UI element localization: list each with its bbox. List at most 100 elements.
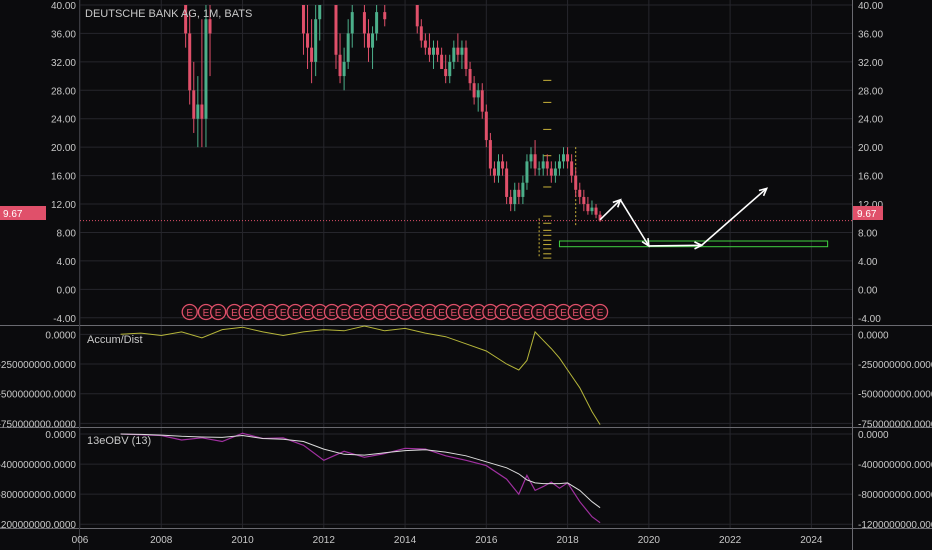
candle-body-64 xyxy=(586,204,590,212)
earnings-marker-label-18: E xyxy=(414,308,421,319)
earnings-marker-label-0: E xyxy=(186,308,193,319)
candle-body-13 xyxy=(338,54,342,77)
earnings-marker-label-5: E xyxy=(255,308,262,319)
candle-body-54 xyxy=(545,161,549,169)
price-left-tick-0: 40.00 xyxy=(51,1,76,12)
candle-body-41 xyxy=(492,168,496,176)
candle-body-61 xyxy=(574,175,578,190)
time-axis-label-2: 2010 xyxy=(231,535,254,546)
earnings-marker-label-19: E xyxy=(426,308,433,319)
earnings-marker-label-16: E xyxy=(390,308,397,319)
price-right-tick-0: 40.00 xyxy=(858,1,883,12)
price-right-tick-5: 20.00 xyxy=(858,143,883,154)
price-right-tick-4: 24.00 xyxy=(858,115,883,126)
candle-body-36 xyxy=(472,83,476,98)
candle-body-18 xyxy=(366,33,370,48)
earnings-marker-label-24: E xyxy=(487,308,494,319)
earnings-marker-label-30: E xyxy=(560,308,567,319)
earnings-marker-label-26: E xyxy=(511,308,518,319)
accum-panel-title: Accum/Dist xyxy=(87,334,143,346)
price-left-tick-6: 16.00 xyxy=(51,172,76,183)
earnings-marker-label-29: E xyxy=(548,308,555,319)
obv-left-tick-2: -800000000.0000 xyxy=(0,490,76,501)
price-right-tick-10: 0.00 xyxy=(858,285,878,296)
candle-body-22 xyxy=(415,5,419,27)
time-axis-label-5: 2016 xyxy=(475,535,498,546)
time-axis-label-4: 2014 xyxy=(394,535,417,546)
candle-body-19 xyxy=(371,33,375,48)
candle-body-7 xyxy=(301,5,305,34)
accum-left-tick-2: -500000000.0000 xyxy=(0,390,76,401)
accum-right-tick-0: 0.0000 xyxy=(858,330,889,341)
candle-body-34 xyxy=(464,47,468,69)
chart-background xyxy=(0,0,932,550)
earnings-marker-label-20: E xyxy=(438,308,445,319)
candle-body-11 xyxy=(318,5,322,20)
price-left-tick-7: 12.00 xyxy=(51,200,76,211)
candle-body-29 xyxy=(444,68,448,77)
earnings-markers[interactable]: EEEEEEEEEEEEEEEEEEEEEEEEEEEEEEEEEE xyxy=(181,303,609,321)
price-left-tick-3: 28.00 xyxy=(51,86,76,97)
earnings-marker-label-15: E xyxy=(377,308,384,319)
obv-right-tick-1: -400000000.0000 xyxy=(858,460,932,471)
obv-right-tick-2: -800000000.0000 xyxy=(858,490,932,501)
obv-left-tick-0: 0.0000 xyxy=(45,430,76,441)
candle-body-2 xyxy=(192,90,196,119)
chart-stage: EEEEEEEEEEEEEEEEEEEEEEEEEEEEEEEEEE DEUTS… xyxy=(0,0,932,550)
earnings-marker-label-12: E xyxy=(341,308,348,319)
price-right-tick-3: 28.00 xyxy=(858,86,883,97)
obv-panel-title: 13eOBV (13) xyxy=(87,435,151,447)
candle-body-39 xyxy=(484,111,488,141)
earnings-marker-label-31: E xyxy=(572,308,579,319)
candle-body-43 xyxy=(501,161,505,169)
candle-body-42 xyxy=(497,161,501,176)
candle-body-45 xyxy=(509,196,513,205)
price-right-tick-11: -4.00 xyxy=(858,314,881,325)
candle-body-25 xyxy=(427,47,431,55)
candle-body-63 xyxy=(582,196,586,205)
candle-body-51 xyxy=(533,154,537,169)
candle-body-52 xyxy=(537,168,541,170)
time-axis-label-0: 006 xyxy=(72,535,89,546)
earnings-marker-label-2: E xyxy=(215,308,222,319)
current-price-text-left: 9.67 xyxy=(3,209,23,220)
main-panel-title: DEUTSCHE BANK AG, 1M, BATS xyxy=(85,8,252,20)
earnings-marker-label-8: E xyxy=(292,308,299,319)
price-left-tick-10: 0.00 xyxy=(57,285,77,296)
candle-body-30 xyxy=(448,61,452,77)
earnings-marker-label-11: E xyxy=(329,308,336,319)
price-left-tick-9: 4.00 xyxy=(57,257,77,268)
candle-body-60 xyxy=(570,161,574,176)
time-axis-label-6: 2018 xyxy=(556,535,579,546)
price-left-tick-8: 8.00 xyxy=(57,228,77,239)
price-left-tick-5: 20.00 xyxy=(51,143,76,154)
earnings-marker-label-32: E xyxy=(585,308,592,319)
candle-body-16 xyxy=(350,12,354,34)
candle-body-44 xyxy=(505,168,509,197)
earnings-marker-label-17: E xyxy=(402,308,409,319)
accum-left-tick-0: 0.0000 xyxy=(45,330,76,341)
price-right-tick-2: 32.00 xyxy=(858,58,883,69)
candle-body-40 xyxy=(488,140,492,169)
candle-body-14 xyxy=(342,61,346,77)
candle-body-6 xyxy=(208,19,212,34)
current-price-tag-left: 9.67 xyxy=(0,206,46,220)
candle-body-66 xyxy=(594,207,598,215)
time-axis-label-8: 2022 xyxy=(719,535,742,546)
candle-body-20 xyxy=(375,12,379,34)
earnings-marker-label-33: E xyxy=(597,308,604,319)
earnings-marker-label-27: E xyxy=(524,308,531,319)
candle-body-15 xyxy=(346,33,350,62)
candle-body-47 xyxy=(517,189,521,197)
earnings-marker-label-1: E xyxy=(203,308,210,319)
candle-body-35 xyxy=(468,68,472,84)
candle-body-46 xyxy=(513,189,517,205)
candle-body-27 xyxy=(436,47,440,55)
candle-body-53 xyxy=(541,161,545,169)
candle-body-8 xyxy=(306,33,310,48)
earnings-marker-label-25: E xyxy=(499,308,506,319)
earnings-marker-label-10: E xyxy=(316,308,323,319)
obv-left-tick-3: -1200000000.0000 xyxy=(0,520,76,531)
candle-body-24 xyxy=(423,40,427,48)
accum-right-tick-1: -250000000.0000 xyxy=(858,360,932,371)
